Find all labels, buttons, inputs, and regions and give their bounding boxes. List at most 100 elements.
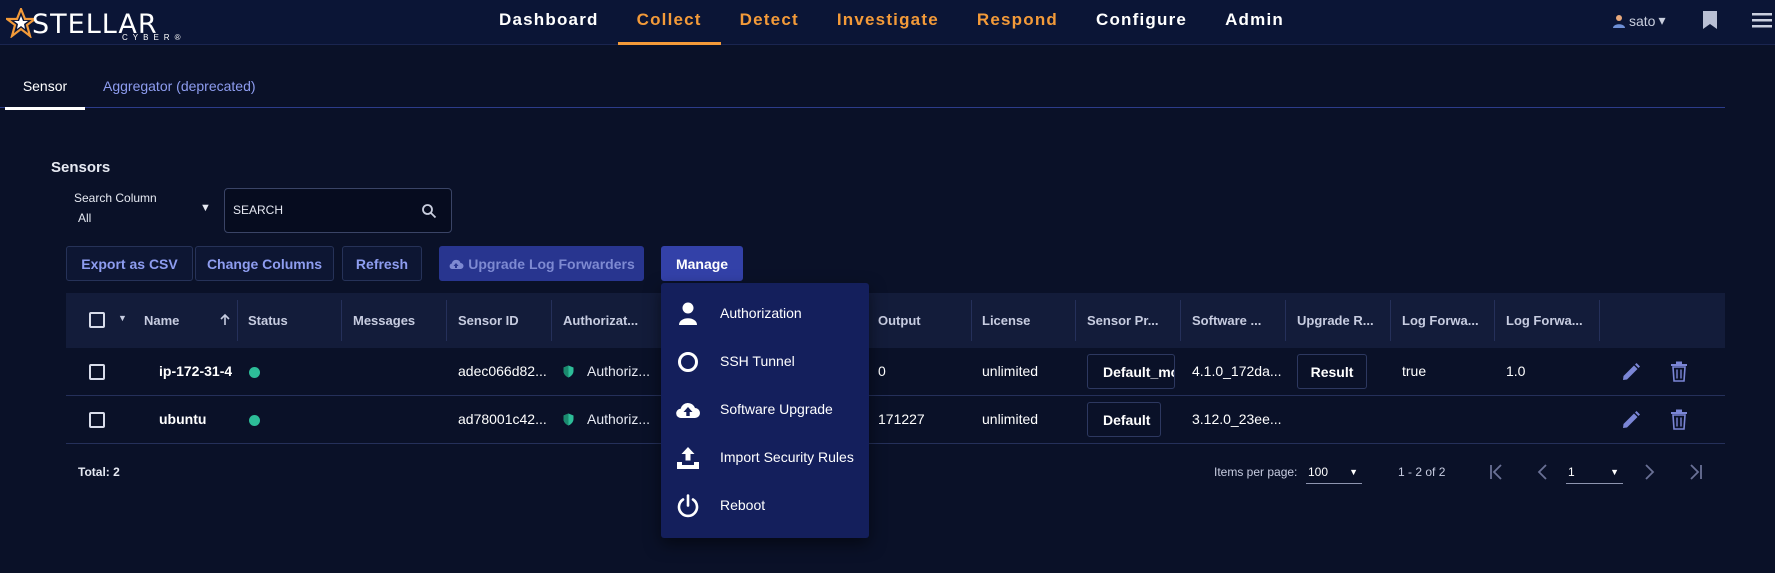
edit-icon[interactable] bbox=[1621, 410, 1641, 430]
select-menu-chevron-icon[interactable]: ▼ bbox=[118, 313, 127, 323]
user-icon bbox=[679, 302, 697, 325]
menu-item-authorization[interactable]: Authorization bbox=[661, 289, 869, 337]
search-column-select[interactable]: Search Column All ▼ bbox=[66, 186, 216, 232]
column-header-authorization[interactable]: Authorizat... bbox=[563, 313, 638, 328]
shield-icon bbox=[563, 365, 574, 378]
delete-icon[interactable] bbox=[1670, 361, 1688, 382]
sensor-profile-button[interactable]: Default_mo bbox=[1087, 354, 1175, 389]
menu-item-reboot[interactable]: Reboot bbox=[661, 481, 869, 529]
previous-page-icon[interactable] bbox=[1530, 460, 1556, 484]
search-column-label: Search Column bbox=[74, 191, 157, 205]
first-page-icon[interactable] bbox=[1484, 460, 1510, 484]
menu-item-ssh-tunnel[interactable]: SSH Tunnel bbox=[661, 337, 869, 385]
sort-ascending-icon[interactable] bbox=[220, 313, 230, 326]
items-per-page-label: Items per page: bbox=[1214, 465, 1298, 479]
column-header-license[interactable]: License bbox=[982, 313, 1030, 328]
select-all-checkbox[interactable] bbox=[89, 312, 105, 328]
delete-icon[interactable] bbox=[1670, 409, 1688, 430]
menu-item-label: Software Upgrade bbox=[720, 401, 833, 417]
column-header-software[interactable]: Software ... bbox=[1192, 313, 1261, 328]
status-online-icon bbox=[249, 367, 260, 378]
page-number: 1 bbox=[1568, 465, 1575, 479]
chevron-down-icon: ▾ bbox=[1658, 12, 1666, 28]
sensor-id: ad78001c42... bbox=[458, 411, 547, 427]
manage-dropdown-menu: Authorization SSH Tunnel Software Upgrad… bbox=[661, 283, 869, 538]
items-per-page-select[interactable]: 100 ▼ bbox=[1306, 458, 1362, 484]
search-column-value: All bbox=[78, 211, 92, 225]
search-box bbox=[224, 188, 452, 233]
change-columns-button[interactable]: Change Columns bbox=[195, 246, 334, 281]
nav-admin[interactable]: Admin bbox=[1206, 0, 1303, 45]
sensor-name[interactable]: ip-172-31-4 bbox=[159, 363, 232, 379]
bookmark-icon[interactable] bbox=[1702, 10, 1718, 30]
authorization-status: Authoriz... bbox=[587, 411, 651, 427]
next-page-icon[interactable] bbox=[1636, 460, 1662, 484]
edit-icon[interactable] bbox=[1621, 362, 1641, 382]
power-icon bbox=[677, 494, 699, 518]
row-checkbox[interactable] bbox=[89, 364, 105, 380]
output-value: 171227 bbox=[878, 411, 925, 427]
stellar-cyber-logo[interactable]: STELLAR CYBER® bbox=[6, 4, 186, 42]
sensor-profile-button[interactable]: Default bbox=[1087, 402, 1161, 437]
column-header-messages[interactable]: Messages bbox=[353, 313, 415, 328]
output-value: 0 bbox=[878, 363, 886, 379]
hamburger-menu-icon[interactable] bbox=[1752, 12, 1772, 28]
authorization-status: Authoriz... bbox=[587, 363, 651, 379]
tab-sensor[interactable]: Sensor bbox=[5, 78, 85, 110]
export-csv-button[interactable]: Export as CSV bbox=[66, 246, 193, 281]
refresh-button[interactable]: Refresh bbox=[342, 246, 422, 281]
shield-icon bbox=[563, 413, 574, 426]
nav-dashboard[interactable]: Dashboard bbox=[480, 0, 618, 45]
nav-collect[interactable]: Collect bbox=[617, 0, 721, 45]
column-header-log-forward-1[interactable]: Log Forwa... bbox=[1402, 313, 1479, 328]
total-count: Total: 2 bbox=[78, 465, 120, 479]
table-row[interactable]: ubuntu ad78001c42... Authoriz... 171227 … bbox=[66, 396, 1725, 444]
table-header: ▼ Name Status Messages Sensor ID Authori… bbox=[66, 293, 1725, 348]
search-input[interactable] bbox=[233, 203, 413, 217]
menu-item-label: Import Security Rules bbox=[720, 449, 854, 465]
nav-respond[interactable]: Respond bbox=[958, 0, 1077, 45]
search-icon[interactable] bbox=[421, 203, 437, 219]
upgrade-result-button[interactable]: Result bbox=[1297, 354, 1367, 389]
tab-aggregator[interactable]: Aggregator (deprecated) bbox=[103, 78, 256, 94]
logo-subtext: CYBER® bbox=[122, 33, 186, 42]
menu-item-label: Reboot bbox=[720, 497, 766, 513]
upgrade-log-forwarders-label: Upgrade Log Forwarders bbox=[468, 255, 635, 272]
table-row[interactable]: ip-172-31-4 adec066d82... Authoriz... 0 … bbox=[66, 348, 1725, 396]
log-forward-1-value: true bbox=[1402, 363, 1427, 379]
last-page-icon[interactable] bbox=[1682, 460, 1708, 484]
upload-tray-icon bbox=[677, 447, 699, 469]
sensor-id: adec066d82... bbox=[458, 363, 547, 379]
sensor-name[interactable]: ubuntu bbox=[159, 411, 206, 427]
row-checkbox[interactable] bbox=[89, 412, 105, 428]
user-menu[interactable]: sato ▾ bbox=[1612, 12, 1666, 29]
log-forward-2-value: 1.0 bbox=[1506, 363, 1526, 379]
page-select[interactable]: 1 ▼ bbox=[1566, 458, 1623, 484]
column-header-upgrade-result[interactable]: Upgrade R... bbox=[1297, 313, 1374, 328]
manage-button[interactable]: Manage bbox=[661, 246, 743, 281]
menu-item-import-security-rules[interactable]: Import Security Rules bbox=[661, 433, 869, 481]
license-value: unlimited bbox=[982, 363, 1039, 379]
column-header-output[interactable]: Output bbox=[878, 313, 921, 328]
page-title: Sensors bbox=[51, 159, 111, 176]
column-header-log-forward-2[interactable]: Log Forwa... bbox=[1506, 313, 1583, 328]
page-range: 1 - 2 of 2 bbox=[1398, 465, 1446, 479]
nav-investigate[interactable]: Investigate bbox=[818, 0, 958, 45]
user-avatar-icon bbox=[1613, 14, 1625, 28]
nav-configure[interactable]: Configure bbox=[1077, 0, 1206, 45]
nav-detect[interactable]: Detect bbox=[721, 0, 818, 45]
dropdown-caret-icon: ▼ bbox=[200, 202, 211, 214]
column-header-sensor-profile[interactable]: Sensor Pr... bbox=[1087, 313, 1159, 328]
software-version: 3.12.0_23ee... bbox=[1192, 411, 1282, 427]
software-version: 4.1.0_172da... bbox=[1192, 363, 1282, 379]
upgrade-log-forwarders-button[interactable]: Upgrade Log Forwarders bbox=[439, 246, 644, 281]
column-header-status[interactable]: Status bbox=[248, 313, 288, 328]
column-header-sensor-id[interactable]: Sensor ID bbox=[458, 313, 519, 328]
menu-item-label: Authorization bbox=[720, 305, 802, 321]
status-online-icon bbox=[249, 415, 260, 426]
menu-item-software-upgrade[interactable]: Software Upgrade bbox=[661, 385, 869, 433]
main-nav: Dashboard Collect Detect Investigate Res… bbox=[480, 0, 1303, 45]
top-navigation-bar: STELLAR CYBER® Dashboard Collect Detect … bbox=[0, 0, 1775, 45]
column-header-name[interactable]: Name bbox=[144, 313, 179, 328]
chevron-down-icon: ▼ bbox=[1349, 467, 1358, 477]
